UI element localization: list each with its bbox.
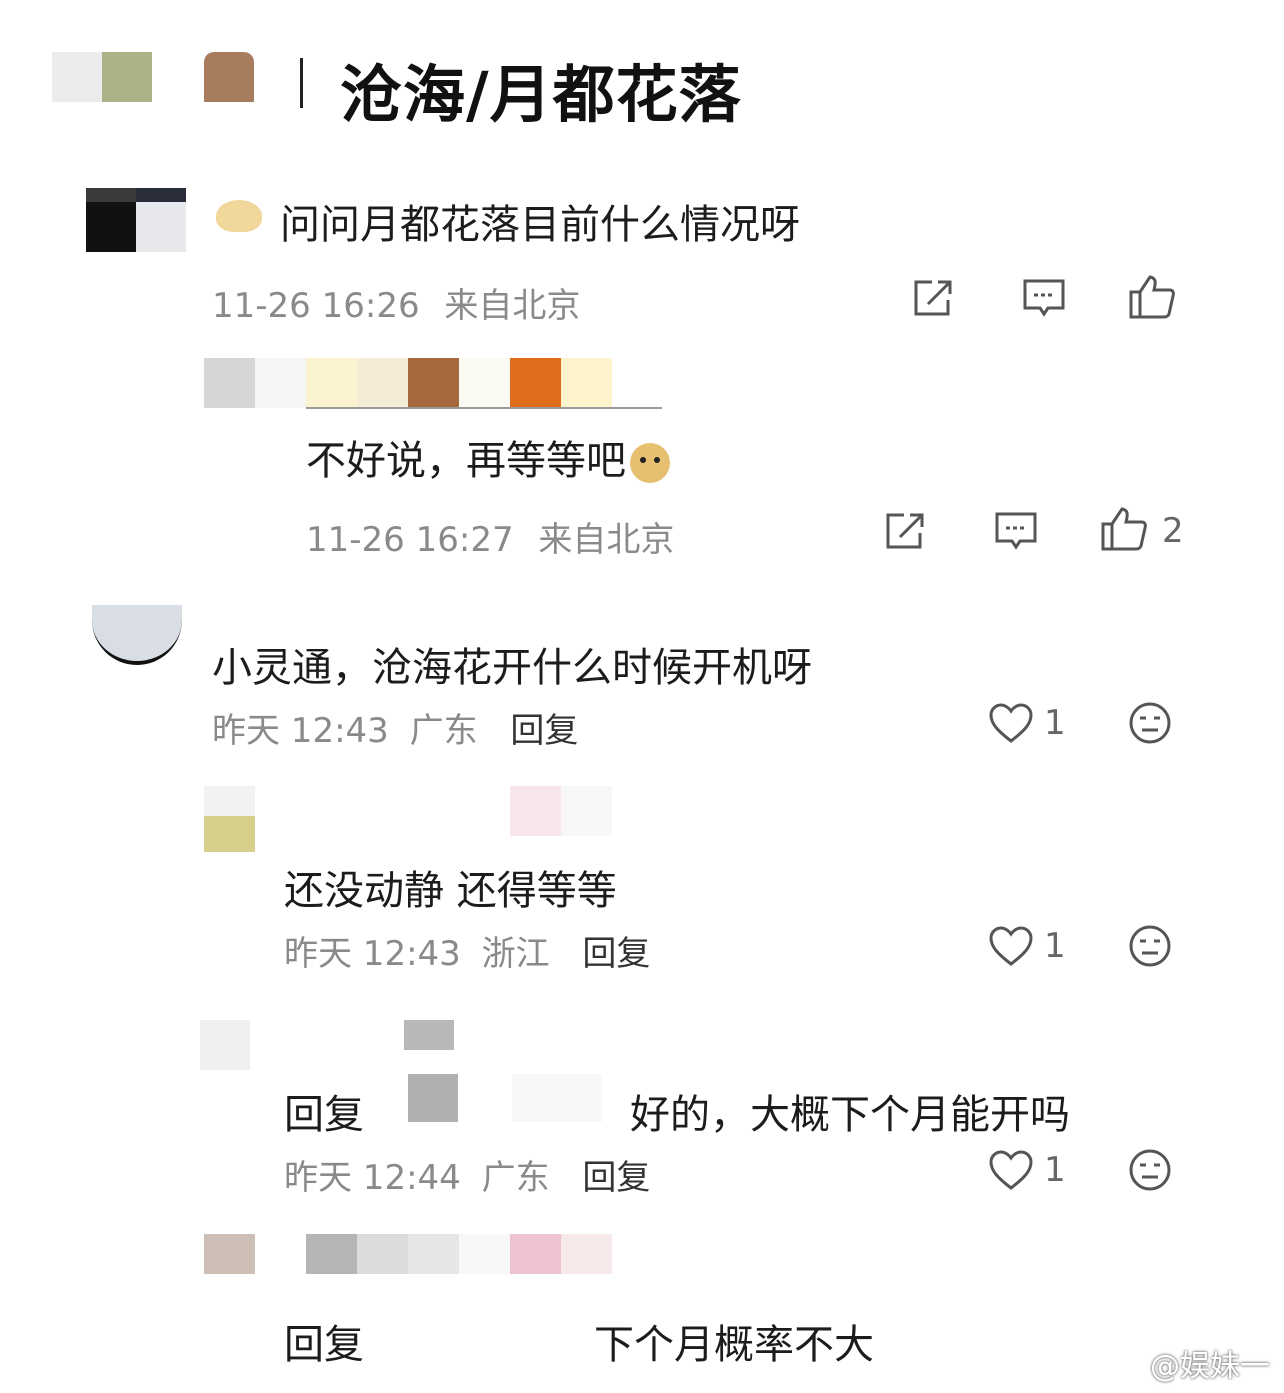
timestamp: 昨天 12:44 [284,1158,461,1198]
avatar[interactable] [86,202,136,252]
reply-prefix: 回复 [284,1322,364,1368]
title-divider [300,58,303,108]
comment-meta: 11-26 16:27 来自北京 [306,512,674,561]
mosaic-avatar [204,52,254,102]
mosaic-name [408,358,459,408]
timestamp: 11-26 16:27 [306,520,514,560]
comment-text: 不好说，再等等吧 [306,428,670,486]
mosaic-name [561,1234,612,1274]
like-count: 1 [1044,1150,1066,1190]
comment-meta: 昨天 12:44 广东 回复 [284,1150,650,1199]
mosaic-avatar [102,52,152,102]
location: 广东 [481,1158,550,1198]
neutral-face-icon[interactable] [1128,701,1172,745]
heart-icon[interactable] [988,925,1034,967]
like-count: 1 [1044,703,1066,743]
location: 浙江 [481,934,550,974]
mosaic-name [510,358,561,408]
neutral-face-icon[interactable] [1128,924,1172,968]
reply-prefix: 回复 [284,1092,364,1138]
page-title: 沧海/月都花落 [340,58,742,131]
share-icon[interactable] [884,511,928,551]
mosaic-name [510,786,561,836]
location: 广东 [409,711,478,751]
comment-meta: 11-26 16:26 来自北京 [212,278,580,327]
heart-icon[interactable] [988,702,1034,744]
dumpling-icon [216,200,262,232]
like-count: 1 [1044,926,1066,966]
comment-text: 下个月概率不大 [594,1322,874,1368]
reply-button[interactable]: 回复 [510,711,578,751]
neutral-face-icon[interactable] [1128,1148,1172,1192]
avatar [136,188,186,202]
avatar[interactable] [204,786,255,816]
watermark: @娱妹一 [1150,1349,1270,1384]
mosaic-name [306,1234,357,1274]
mosaic-name [306,358,357,408]
comment-text: 还没动静 还得等等 [284,868,617,914]
avatar[interactable] [92,605,182,665]
mosaic-name [408,1234,459,1274]
mosaic-name [561,358,612,408]
comment-meta: 昨天 12:43 浙江 回复 [284,926,650,975]
mosaic-name [561,786,612,836]
share-icon[interactable] [912,278,956,318]
timestamp: 昨天 12:43 [212,711,389,751]
mosaic-name [357,358,408,408]
comment-text: 好的，大概下个月能开吗 [630,1092,1070,1138]
avatar[interactable] [200,1020,250,1070]
doge-emoji-icon [630,443,670,483]
location: 来自北京 [444,286,581,326]
comment-text: 问问月都花落目前什么情况呀 [280,202,800,248]
thumbs-up-icon[interactable] [1128,274,1176,320]
mosaic-name [357,1234,408,1274]
mosaic-name [512,1074,602,1122]
mosaic-name [408,1074,458,1122]
comment-icon[interactable] [994,511,1038,551]
divider [306,407,662,409]
mosaic-name [204,358,255,408]
avatar [86,188,136,202]
comment-text: 小灵通，沧海花开什么时候开机呀 [212,645,812,691]
mosaic-name [404,1020,454,1050]
avatar [204,816,255,852]
comment-meta: 昨天 12:43 广东 回复 [212,703,578,752]
like-count: 2 [1162,511,1184,551]
timestamp: 11-26 16:26 [212,286,420,326]
reply-button[interactable]: 回复 [582,1158,650,1198]
thumbs-up-icon[interactable] [1100,506,1148,552]
avatar [136,202,186,252]
location: 来自北京 [538,520,675,560]
comment-icon[interactable] [1022,278,1066,318]
reply-button[interactable]: 回复 [582,934,650,974]
mosaic-name [459,1234,510,1274]
mosaic-avatar [52,52,102,102]
mosaic-name [459,358,510,408]
timestamp: 昨天 12:43 [284,934,461,974]
mosaic-name [510,1234,561,1274]
mosaic-name [255,358,306,408]
avatar[interactable] [204,1234,255,1274]
heart-icon[interactable] [988,1149,1034,1191]
